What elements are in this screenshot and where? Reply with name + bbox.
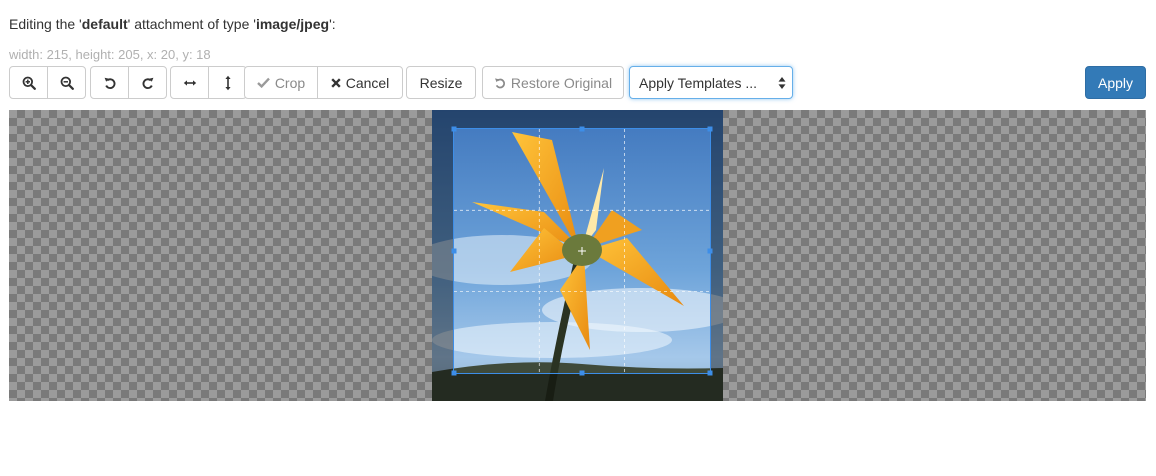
zoom-in-icon xyxy=(22,76,36,90)
editor-heading: Editing the 'default' attachment of type… xyxy=(9,16,336,32)
heading-prefix: Editing the ' xyxy=(9,16,82,32)
crop-selection-box[interactable] xyxy=(451,126,713,376)
heading-middle: ' attachment of type ' xyxy=(127,16,256,32)
cancel-label: Cancel xyxy=(345,74,390,91)
restore-original-button[interactable]: Restore Original xyxy=(482,66,624,99)
apply-button[interactable]: Apply xyxy=(1085,66,1146,99)
rotate-right-icon xyxy=(141,76,155,90)
flip-group xyxy=(170,66,247,99)
crop-label: Crop xyxy=(274,74,306,91)
resize-label: Resize xyxy=(419,74,463,91)
crop-dimensions: width: 215, height: 205, x: 20, y: 18 xyxy=(9,47,211,62)
crop-button[interactable]: Crop xyxy=(244,66,318,99)
crop-handles[interactable] xyxy=(451,126,713,376)
flip-horizontal-icon xyxy=(183,76,197,90)
zoom-in-button[interactable] xyxy=(9,66,48,99)
rotate-left-button[interactable] xyxy=(90,66,129,99)
flip-vertical-button[interactable] xyxy=(208,66,247,99)
close-icon xyxy=(331,77,341,88)
mime-type: image/jpeg xyxy=(255,16,330,32)
zoom-group xyxy=(9,66,86,99)
check-icon xyxy=(256,77,270,88)
resize-button[interactable]: Resize xyxy=(406,66,476,99)
zoom-out-button[interactable] xyxy=(47,66,86,99)
attachment-name: default xyxy=(81,16,128,32)
rotate-left-icon xyxy=(103,76,117,90)
apply-templates-select[interactable]: Apply Templates ... xyxy=(629,66,793,99)
zoom-out-icon xyxy=(60,76,74,90)
image-preview xyxy=(412,110,742,401)
image-canvas[interactable] xyxy=(9,110,1146,401)
templates-selected-value: Apply Templates ... xyxy=(639,74,758,91)
flip-vertical-icon xyxy=(221,75,235,91)
restore-label: Restore Original xyxy=(510,74,613,91)
rotate-group xyxy=(90,66,167,99)
rotate-right-button[interactable] xyxy=(128,66,167,99)
crop-group: Crop Cancel xyxy=(244,66,403,99)
cancel-button[interactable]: Cancel xyxy=(317,66,403,99)
undo-icon xyxy=(494,77,506,89)
select-arrows-icon xyxy=(778,76,786,93)
heading-suffix: ': xyxy=(329,16,336,32)
flip-horizontal-button[interactable] xyxy=(170,66,209,99)
editor-toolbar: Crop Cancel Resize Restore Original Appl… xyxy=(9,66,1146,99)
